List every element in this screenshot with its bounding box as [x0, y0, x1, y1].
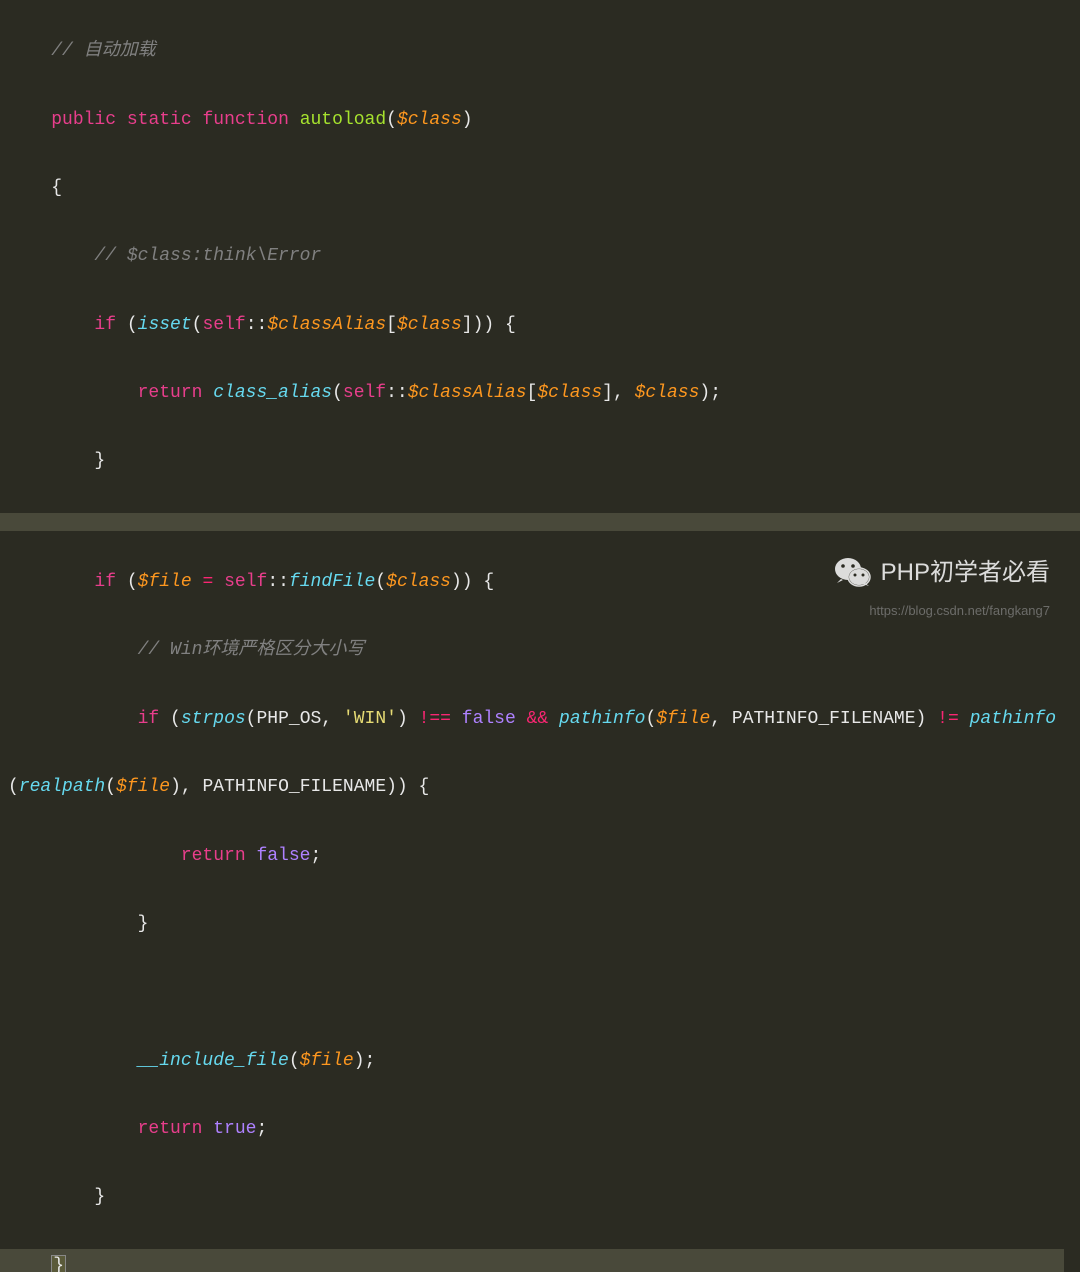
code-line: // Win环境严格区分大小写	[8, 633, 1072, 667]
code-line: return class_alias(self::$classAlias[$cl…	[8, 376, 1072, 410]
code-line: return false;	[8, 839, 1072, 873]
comment: // 自动加载	[51, 41, 155, 61]
code-line: __include_file($file);	[8, 1044, 1072, 1078]
watermark-logo: PHP初学者必看	[833, 550, 1050, 596]
code-line: }	[8, 907, 1072, 941]
code-line	[8, 975, 1072, 1009]
code-line: public static function autoload($class)	[8, 103, 1072, 137]
wechat-icon	[833, 553, 873, 593]
code-line: if (strpos(PHP_OS, 'WIN') !== false && p…	[8, 702, 1072, 736]
code-editor[interactable]: // 自动加载 public static function autoload(…	[0, 0, 1080, 1272]
highlighted-line	[0, 513, 1080, 531]
watermark-title: PHP初学者必看	[881, 550, 1050, 596]
code-line: }	[8, 1180, 1072, 1214]
matching-brace: }	[51, 1255, 66, 1272]
code-line: // 自动加载	[8, 34, 1072, 68]
code-line: // $class:think\Error	[8, 239, 1072, 273]
code-line: if (isset(self::$classAlias[$class])) {	[8, 308, 1072, 342]
cursor-line: }	[0, 1249, 1064, 1272]
code-line: {	[8, 171, 1072, 205]
code-line: }	[8, 444, 1072, 478]
watermark-url: https://blog.csdn.net/fangkang7	[869, 599, 1050, 624]
code-line: (realpath($file), PATHINFO_FILENAME)) {	[8, 770, 1072, 804]
code-line: return true;	[8, 1112, 1072, 1146]
